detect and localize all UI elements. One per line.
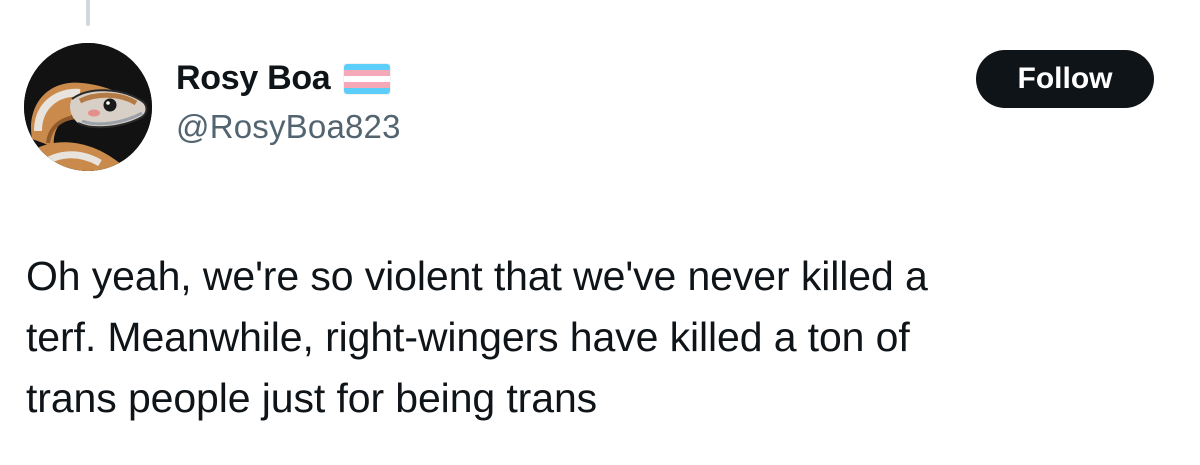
tweet-text-line: Oh yeah, we're so violent that we've nev…: [26, 253, 928, 299]
avatar-image: [24, 43, 152, 171]
tweet-text: Oh yeah, we're so violent that we've nev…: [26, 246, 1166, 429]
tweet-card: Rosy Boa @RosyBoa823 Follow Oh yeah, we'…: [0, 0, 1200, 465]
author-name-row: Rosy Boa: [176, 56, 401, 100]
tweet-text-line: trans people just for being trans: [26, 375, 598, 421]
thread-connector-line: [86, 0, 90, 26]
tweet-text-line: terf. Meanwhile, right-wingers have kill…: [26, 314, 910, 360]
follow-button[interactable]: Follow: [976, 50, 1154, 108]
author-display-name[interactable]: Rosy Boa: [176, 59, 331, 98]
snake-avatar-icon[interactable]: [24, 43, 152, 171]
author-info: Rosy Boa @RosyBoa823: [176, 56, 401, 146]
author-handle[interactable]: @RosyBoa823: [176, 108, 401, 146]
transgender-flag-icon: [344, 64, 391, 94]
